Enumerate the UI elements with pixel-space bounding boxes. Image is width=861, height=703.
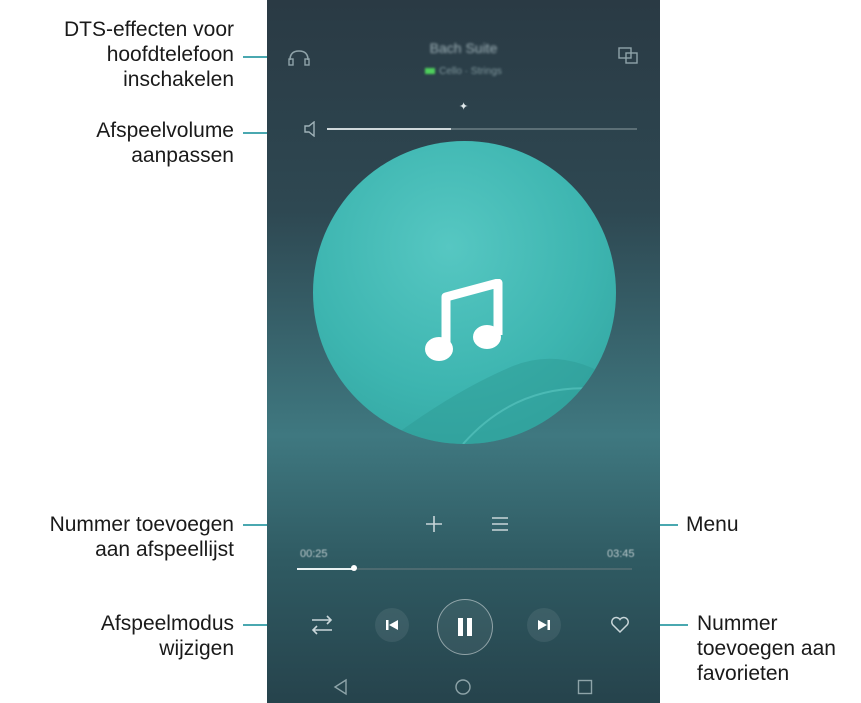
progress-fill bbox=[297, 568, 354, 570]
next-button[interactable] bbox=[527, 608, 561, 642]
player-screen: Bach Suite Cello · Strings ✦ 00:25 03:45 bbox=[267, 0, 660, 703]
play-mode-icon bbox=[311, 615, 333, 635]
back-icon[interactable] bbox=[332, 678, 350, 696]
pause-icon bbox=[458, 618, 472, 636]
album-art bbox=[313, 141, 616, 444]
quality-badge bbox=[425, 68, 436, 75]
menu-button[interactable] bbox=[488, 512, 512, 536]
callout-add-playlist: Nummer toevoegen aan afspeellijst bbox=[49, 513, 234, 561]
previous-button[interactable] bbox=[375, 608, 409, 642]
track-subtitle: Cello · Strings bbox=[267, 66, 660, 77]
recents-icon[interactable] bbox=[576, 678, 594, 696]
play-mode-button[interactable] bbox=[307, 612, 337, 638]
next-icon bbox=[538, 620, 550, 630]
total-duration: 03:45 bbox=[607, 548, 635, 560]
add-icon bbox=[426, 516, 442, 532]
elapsed-time: 00:25 bbox=[300, 548, 328, 560]
music-note-icon bbox=[425, 279, 503, 361]
pause-button[interactable] bbox=[437, 599, 493, 655]
sparkle-icon: ✦ bbox=[459, 101, 469, 113]
add-to-playlist-button[interactable] bbox=[422, 512, 446, 536]
volume-icon[interactable] bbox=[303, 121, 321, 137]
callout-dts: DTS-effecten voor hoofdtelefoon inschake… bbox=[63, 18, 234, 91]
callout-play-mode: Afspeelmodus wijzigen bbox=[100, 612, 234, 660]
navigation-bar bbox=[267, 670, 660, 703]
progress-handle[interactable] bbox=[351, 565, 357, 571]
previous-icon bbox=[386, 620, 398, 630]
callout-favorite: Nummer toevoegen aan favorieten bbox=[697, 612, 836, 685]
callout-volume: Afspeelvolume aanpassen bbox=[96, 119, 234, 167]
heart-icon bbox=[611, 616, 629, 634]
menu-icon bbox=[492, 517, 508, 531]
favorite-button[interactable] bbox=[607, 613, 633, 637]
volume-slider-fill bbox=[327, 128, 451, 130]
track-title: Bach Suite bbox=[429, 40, 498, 56]
callout-menu: Menu bbox=[686, 513, 739, 536]
home-icon[interactable] bbox=[454, 678, 472, 696]
